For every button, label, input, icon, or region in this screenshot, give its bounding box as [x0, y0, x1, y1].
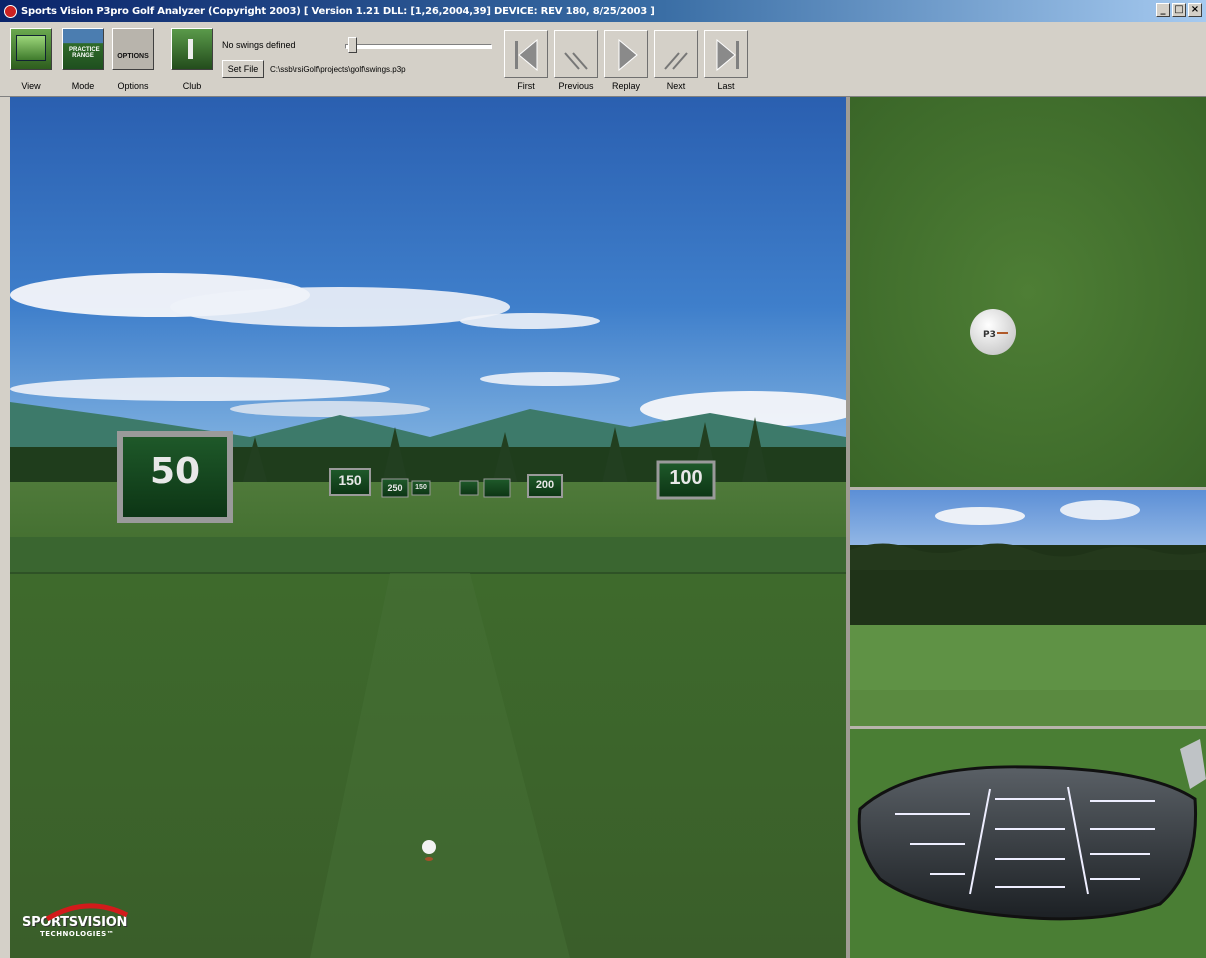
next-icon: [664, 52, 688, 70]
marker-100: 100: [669, 467, 703, 489]
view-icon: [16, 35, 46, 61]
previous-button[interactable]: [554, 30, 598, 78]
title-bar: Sports Vision P3pro Golf Analyzer (Copyr…: [0, 0, 1206, 22]
sportsvision-logo: SPORTSVISION TECHNOLOGIES™: [22, 903, 129, 938]
marker-150: 150: [338, 472, 362, 488]
view-label: View: [21, 81, 41, 91]
swings-status: No swings defined: [222, 40, 296, 50]
close-button[interactable]: ×: [1188, 3, 1202, 17]
play-icon: [618, 38, 638, 72]
options-button[interactable]: OPTIONS: [112, 28, 154, 70]
previous-label: Previous: [558, 81, 594, 91]
set-file-button[interactable]: Set File: [222, 60, 264, 78]
practice-range-icon: PRACTICE RANGE: [69, 47, 100, 59]
swing-slider-thumb[interactable]: [348, 37, 357, 53]
marker-250: 250: [387, 483, 403, 493]
ball-top-scene: P3: [850, 97, 1206, 487]
ball-top-view[interactable]: P3: [850, 97, 1206, 487]
options-icon: OPTIONS: [117, 53, 149, 60]
app-icon[interactable]: [4, 4, 17, 18]
toolbar: View PRACTICE RANGE Mode OPTIONS Options…: [0, 22, 1206, 97]
logo-line2: TECHNOLOGIES™: [40, 930, 115, 938]
view-button[interactable]: [10, 28, 52, 70]
club-button[interactable]: [171, 28, 213, 70]
first-button[interactable]: [504, 30, 548, 78]
next-button[interactable]: [654, 30, 698, 78]
window-title: Sports Vision P3pro Golf Analyzer (Copyr…: [21, 5, 655, 17]
replay-button[interactable]: [604, 30, 648, 78]
svg-text:P3: P3: [983, 330, 996, 340]
marker-50: 50: [149, 451, 201, 492]
mode-button[interactable]: PRACTICE RANGE: [62, 28, 104, 70]
flight-view[interactable]: [850, 490, 1206, 726]
last-icon: [716, 38, 739, 72]
swing-slider-track[interactable]: [345, 44, 492, 49]
first-label: First: [517, 81, 535, 91]
club-face-view[interactable]: [850, 729, 1206, 958]
window-controls: _ □ ×: [1156, 3, 1202, 17]
next-label: Next: [666, 81, 686, 91]
logo-swoosh-icon: [45, 903, 129, 921]
maximize-button[interactable]: □: [1172, 3, 1186, 17]
club-face-scene: [850, 729, 1206, 958]
first-icon: [515, 38, 538, 72]
range-view[interactable]: 50 150 250 150 200 100 SPORTSVISION TECH…: [10, 97, 846, 958]
minimize-button[interactable]: _: [1156, 3, 1170, 17]
flight-scene: [850, 490, 1206, 726]
marker-200: 200: [535, 479, 555, 491]
club-icon: [188, 39, 193, 59]
previous-icon: [564, 52, 588, 70]
club-label: Club: [182, 81, 202, 91]
options-label: Options: [117, 81, 149, 91]
last-label: Last: [717, 81, 735, 91]
file-path: C:\ssb\rsiGolf\projects\golf\swings.p3p: [270, 65, 406, 74]
last-button[interactable]: [704, 30, 748, 78]
replay-label: Replay: [611, 81, 640, 91]
marker-150-far: 150: [415, 484, 427, 491]
range-scene: [10, 97, 846, 958]
mode-label: Mode: [71, 81, 95, 91]
